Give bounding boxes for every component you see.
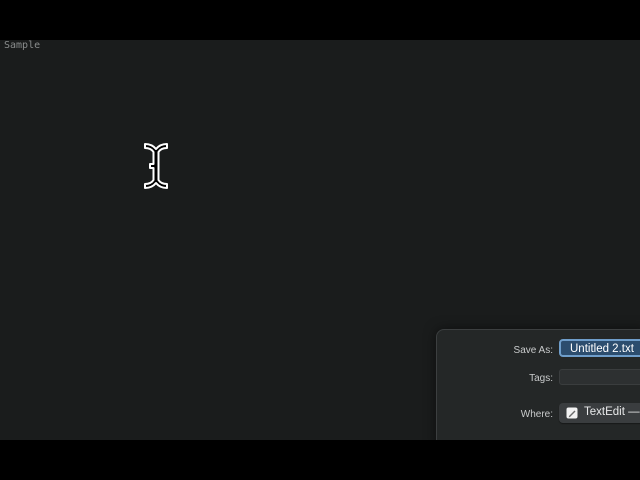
letterbox-top: [0, 0, 640, 40]
save-as-field[interactable]: Untitled 2.txt: [559, 339, 640, 357]
save-as-value[interactable]: Untitled 2.txt: [570, 343, 634, 355]
save-as-label: Save As:: [513, 345, 553, 356]
document-text[interactable]: Sample: [4, 40, 40, 52]
i-beam-cursor-icon: [144, 143, 168, 189]
text-editor-area[interactable]: Sample Save As: Untitled 2.txt Tags: Whe…: [0, 40, 640, 440]
where-popup-button[interactable]: TextEdit —: [559, 403, 640, 423]
textedit-icon: [566, 407, 578, 419]
letterbox-bottom: [0, 440, 640, 480]
save-dialog: Save As: Untitled 2.txt Tags: Where: Tex…: [436, 329, 640, 440]
tags-label: Tags:: [529, 373, 553, 384]
where-value: TextEdit —: [584, 406, 640, 418]
tags-field[interactable]: [559, 369, 640, 385]
where-label: Where:: [520, 409, 553, 420]
